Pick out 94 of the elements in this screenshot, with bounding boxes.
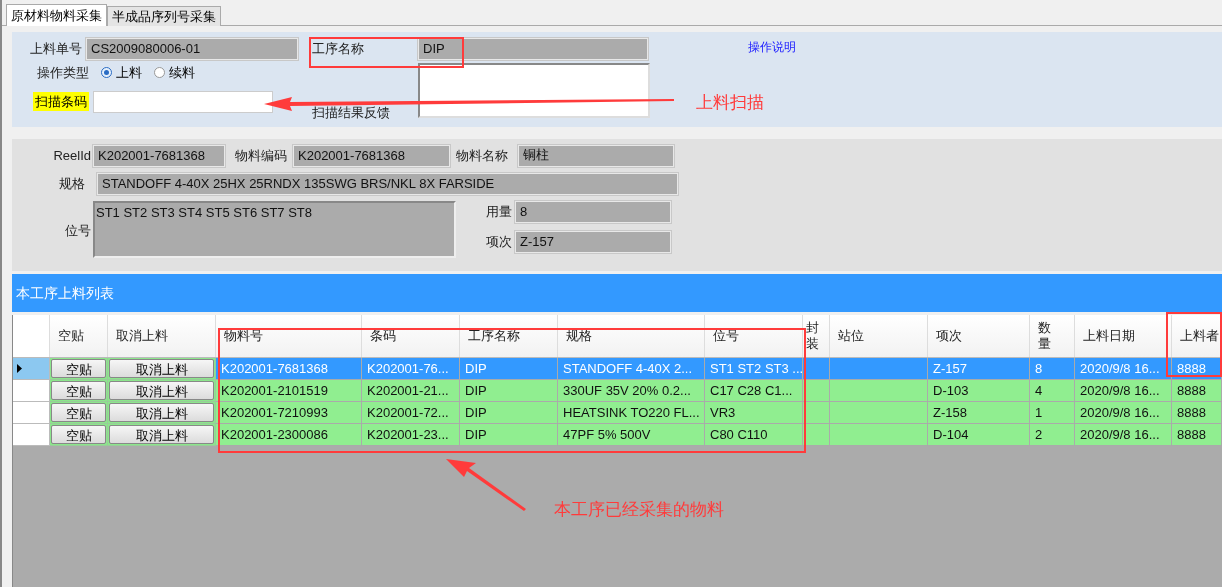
table-cell: VR3 <box>705 402 803 424</box>
process-name-field[interactable]: DIP <box>418 38 648 60</box>
table-cell: 2020/9/8 16... <box>1075 380 1172 402</box>
table-cell: C17 C28 C1... <box>705 380 803 402</box>
row-button[interactable]: 空贴 <box>51 381 106 400</box>
feedback-field[interactable] <box>418 63 650 118</box>
column-header: 物料号 <box>216 315 362 357</box>
field-label: 操作类型 <box>37 64 89 82</box>
table-cell: 47PF 5% 500V <box>558 424 705 446</box>
field-label: ReelId <box>52 147 91 166</box>
table-cell: DIP <box>460 424 558 446</box>
table-cell: 2 <box>1030 424 1075 446</box>
table-cell: K202001-7681368 <box>216 358 362 380</box>
table-cell: D-104 <box>928 424 1030 446</box>
table-cell: Z-158 <box>928 402 1030 424</box>
field-label: 项次 <box>486 233 512 252</box>
field-label: 用量 <box>486 203 512 222</box>
column-header: 项次 <box>928 315 1030 357</box>
scan-label: 扫描条码 <box>33 91 89 112</box>
row-button[interactable]: 空贴 <box>51 359 106 378</box>
field-label: 物料名称 <box>456 147 508 166</box>
radio-label[interactable]: 续料 <box>169 63 195 83</box>
table-cell: K202001-2300086 <box>216 424 362 446</box>
table-cell: 8888 <box>1172 402 1222 424</box>
table-cell: 2020/9/8 16... <box>1075 424 1172 446</box>
spec-field[interactable]: STANDOFF 4-40X 25HX 25RNDX 135SWG BRS/NKL 8X FARSIDE <box>97 173 678 195</box>
table-cell: 330UF 35V 20% 0.2... <box>558 380 705 402</box>
table-cell: STANDOFF 4-40X 2... <box>558 358 705 380</box>
table-cell: 1 <box>1030 402 1075 424</box>
column-header: 站位 <box>830 315 928 357</box>
table-cell: K202001-76... <box>362 358 460 380</box>
table-cell: ST1 ST2 ST3 ... <box>705 358 803 380</box>
radio-button[interactable] <box>101 67 112 79</box>
row-button[interactable]: 空贴 <box>51 425 106 444</box>
column-header: 条码 <box>362 315 460 357</box>
column-header: 空贴 <box>50 315 108 357</box>
column-header: 封装 <box>803 315 830 357</box>
table-cell: D-103 <box>928 380 1030 402</box>
table-cell: K202001-72... <box>362 402 460 424</box>
help-link[interactable]: 操作说明 <box>748 38 796 56</box>
table-cell: K202001-7210993 <box>216 402 362 424</box>
table-cell: 8 <box>1030 358 1075 380</box>
annotation-text: 本工序已经采集的物料 <box>554 499 724 521</box>
table-cell: 2020/9/8 16... <box>1075 358 1172 380</box>
row-button[interactable]: 取消上料 <box>109 381 214 400</box>
tab[interactable]: 半成品序列号采集 <box>107 6 221 26</box>
table-cell: DIP <box>460 380 558 402</box>
column-header: 规格 <box>558 315 705 357</box>
table-cell: Z-157 <box>928 358 1030 380</box>
column-header: 位号 <box>705 315 803 357</box>
table-cell: C80 C110 <box>705 424 803 446</box>
table-cell: 8888 <box>1172 424 1222 446</box>
barcode-input-field[interactable] <box>93 90 273 113</box>
annotation-text: 上料扫描 <box>696 92 764 114</box>
order-number-field[interactable]: CS2009080006-01 <box>86 38 298 60</box>
tab[interactable]: 原材料物料采集 <box>6 4 107 26</box>
table-cell: 4 <box>1030 380 1075 402</box>
list-title: 本工序上料列表 <box>16 283 114 303</box>
reel-id-field[interactable]: K202001-7681368 <box>93 145 225 167</box>
table-cell: 8888 <box>1172 380 1222 402</box>
table-cell: DIP <box>460 358 558 380</box>
row-button[interactable]: 取消上料 <box>109 425 214 444</box>
field-label: 扫描结果反馈 <box>312 105 391 120</box>
table-row[interactable]: 空贴 取消上料 K202001-2300086 K202001-23... DIP 47PF 5% 500V C80 C110 D-104 2 2020/9/8 16... 8888 <box>13 424 1222 446</box>
annotation-frame <box>1166 312 1222 377</box>
column-header: 取消上料 <box>108 315 216 357</box>
table-cell: 2020/9/8 16... <box>1075 402 1172 424</box>
table-row[interactable]: 空贴 取消上料 K202001-7681368 K202001-76... DIP STANDOFF 4-40X 2... ST1 ST2 ST3 ... Z-157 8 2020/9/8 16... 8888 <box>13 358 1222 380</box>
column-header: 工序名称 <box>460 315 558 357</box>
table-row[interactable]: 空贴 取消上料 K202001-7210993 K202001-72... DIP HEATSINK TO220 FL... VR3 Z-158 1 2020/9/8 16... 8888 <box>13 402 1222 424</box>
table-cell: HEATSINK TO220 FL... <box>558 402 705 424</box>
field-label: 工序名称 <box>312 40 365 59</box>
field-label: 规格 <box>58 175 86 194</box>
table-cell: K202001-2101519 <box>216 380 362 402</box>
column-header: 数量 <box>1030 315 1075 357</box>
quantity-field[interactable]: 8 <box>515 201 671 223</box>
field-label: 位号 <box>64 222 91 240</box>
material-name-field[interactable]: 铜柱 <box>518 145 674 167</box>
column-header: 上料日期 <box>1075 315 1172 357</box>
current-row-icon <box>17 364 22 373</box>
table-cell: DIP <box>460 402 558 424</box>
row-button[interactable]: 空贴 <box>51 403 106 422</box>
field-label: 物料编码 <box>235 147 287 166</box>
table-cell: K202001-21... <box>362 380 460 402</box>
radio-label[interactable]: 上料 <box>116 63 142 83</box>
item-field[interactable]: Z-157 <box>515 231 671 253</box>
table-row[interactable]: 空贴 取消上料 K202001-2101519 K202001-21... DIP 330UF 35V 20% 0.2... C17 C28 C1... D-103 4 2020/9/8 16... 8888 <box>13 380 1222 402</box>
row-button[interactable]: 取消上料 <box>109 403 214 422</box>
field-label: 上料单号 <box>30 40 82 59</box>
row-button[interactable]: 取消上料 <box>109 359 214 378</box>
material-code-field[interactable]: K202001-7681368 <box>293 145 450 167</box>
radio-button[interactable] <box>154 67 165 79</box>
position-field[interactable]: ST1 ST2 ST3 ST4 ST5 ST6 ST7 ST8 <box>93 201 456 258</box>
table-cell: K202001-23... <box>362 424 460 446</box>
